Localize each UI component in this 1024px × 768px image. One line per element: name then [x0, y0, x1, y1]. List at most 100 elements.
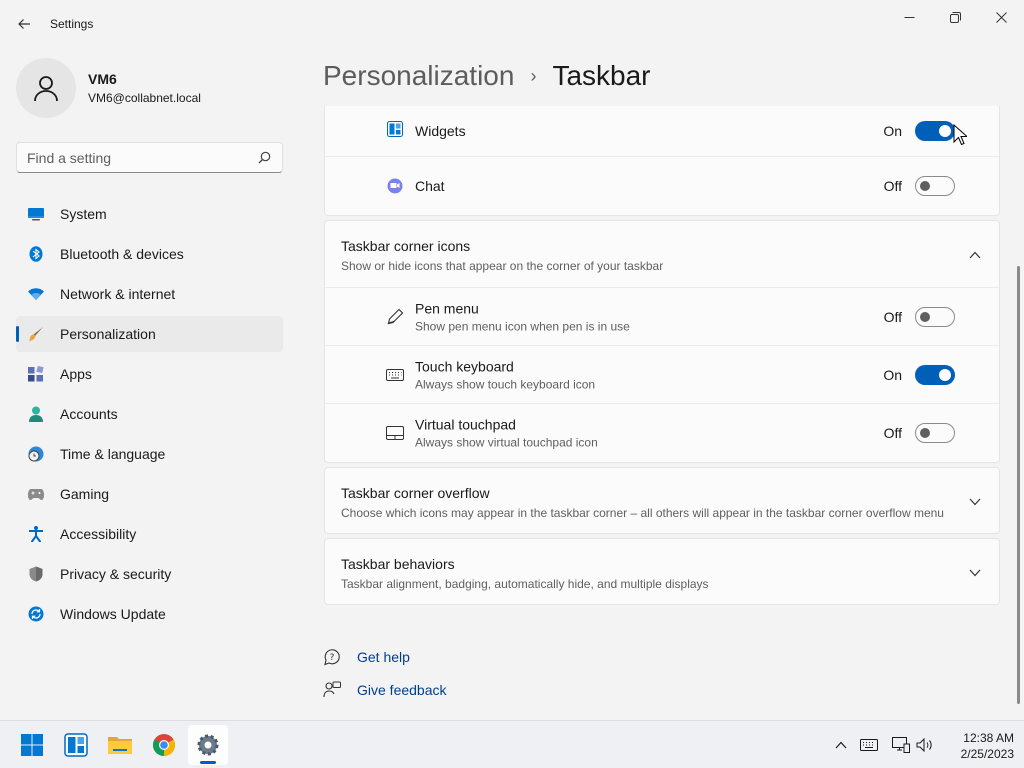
- sidebar-item-label: Gaming: [60, 486, 110, 502]
- give-feedback-label[interactable]: Give feedback: [357, 682, 447, 698]
- sidebar-item-label: Personalization: [60, 326, 156, 342]
- sidebar-item-label: Network & internet: [60, 286, 176, 302]
- sidebar-item-system[interactable]: System: [16, 196, 283, 232]
- page-title: Taskbar: [552, 60, 651, 91]
- sidebar-item-apps[interactable]: Apps: [16, 356, 283, 392]
- get-help-label[interactable]: Get help: [357, 649, 410, 665]
- restore-icon: [949, 11, 961, 23]
- file-explorer-icon: [108, 737, 132, 754]
- corner-icons-header[interactable]: Taskbar corner icons Show or hide icons …: [325, 221, 999, 288]
- touch-keyboard-description: Always show touch keyboard icon: [415, 377, 596, 391]
- sidebar-item-label: Windows Update: [60, 606, 166, 622]
- pen-menu-description: Show pen menu icon when pen is in use: [415, 319, 630, 333]
- sidebar-item-windows-update[interactable]: Windows Update: [16, 596, 283, 632]
- corner-icons-description: Show or hide icons that appear on the co…: [341, 259, 664, 273]
- close-button[interactable]: [978, 2, 1024, 32]
- pen-menu-toggle[interactable]: [915, 306, 955, 327]
- volume-tray-button[interactable]: [914, 733, 936, 757]
- close-icon: [995, 11, 1007, 23]
- sidebar-item-personalization[interactable]: Personalization: [16, 316, 283, 352]
- taskbar-items-card: Widgets On Chat Off: [324, 106, 1000, 216]
- search-icon[interactable]: [256, 150, 272, 166]
- sidebar-item-label: System: [60, 206, 107, 222]
- sidebar-item-bluetooth[interactable]: Bluetooth & devices: [16, 236, 283, 272]
- file-explorer-button[interactable]: [100, 725, 140, 765]
- chevron-down-icon[interactable]: [967, 565, 983, 581]
- network-tray-button[interactable]: [890, 733, 912, 757]
- widgets-row: Widgets On: [325, 106, 999, 157]
- pen-menu-state: Off: [883, 308, 902, 325]
- widgets-toggle[interactable]: [915, 121, 955, 141]
- profile-email: VM6@collabnet.local: [88, 91, 201, 105]
- sidebar-item-label: Privacy & security: [60, 566, 172, 582]
- chat-toggle[interactable]: [915, 176, 955, 196]
- widgets-title: Widgets: [415, 123, 466, 139]
- apps-icon: [28, 366, 44, 382]
- sidebar-item-accounts[interactable]: Accounts: [16, 396, 283, 432]
- corner-icons-card: Taskbar corner icons Show or hide icons …: [324, 220, 1000, 463]
- settings-icon: [197, 734, 219, 756]
- chrome-button[interactable]: [144, 725, 184, 765]
- sidebar-item-label: Bluetooth & devices: [60, 246, 184, 262]
- profile-name: VM6: [88, 71, 117, 87]
- chrome-icon: [153, 734, 175, 756]
- touch-keyboard-tray-button[interactable]: [858, 733, 880, 757]
- person-icon: [34, 76, 58, 102]
- restore-button[interactable]: [932, 2, 978, 32]
- show-hidden-icons-button[interactable]: [830, 733, 852, 757]
- sidebar-item-label: Accounts: [60, 406, 118, 422]
- user-profile[interactable]: VM6 VM6@collabnet.local: [16, 58, 201, 118]
- sidebar-item-gaming[interactable]: Gaming: [16, 476, 283, 512]
- chat-icon: [386, 177, 404, 195]
- sidebar-item-accessibility[interactable]: Accessibility: [16, 516, 283, 552]
- widgets-taskbar-button[interactable]: [56, 725, 96, 765]
- brush-icon: [28, 326, 44, 342]
- widgets-icon: [386, 120, 404, 138]
- pen-menu-row: Pen menu Show pen menu icon when pen is …: [325, 288, 999, 346]
- settings-taskbar-button[interactable]: [188, 725, 228, 765]
- back-button[interactable]: [12, 10, 36, 38]
- gamepad-icon: [28, 486, 44, 502]
- sidebar-item-time-language[interactable]: Time & language: [16, 436, 283, 472]
- accounts-icon: [28, 406, 44, 422]
- volume-icon: [916, 738, 932, 752]
- behaviors-card[interactable]: Taskbar behaviors Taskbar alignment, bad…: [324, 538, 1000, 605]
- scrollbar[interactable]: [1017, 266, 1020, 704]
- chat-row: Chat Off: [325, 157, 999, 215]
- chevron-up-icon: [835, 741, 847, 749]
- corner-overflow-card[interactable]: Taskbar corner overflow Choose which ico…: [324, 467, 1000, 534]
- back-arrow-icon: [18, 19, 30, 29]
- chat-title: Chat: [415, 178, 445, 194]
- sidebar-item-network[interactable]: Network & internet: [16, 276, 283, 312]
- chevron-down-icon[interactable]: [967, 494, 983, 510]
- minimize-button[interactable]: [886, 2, 932, 32]
- sidebar-item-label: Time & language: [60, 446, 166, 462]
- search-box[interactable]: Find a setting: [16, 142, 283, 173]
- keyboard-icon: [860, 739, 878, 751]
- system-taskbar: 12:38 AM 2/25/2023: [0, 720, 1024, 768]
- give-feedback-link[interactable]: Give feedback: [323, 673, 447, 706]
- behaviors-description: Taskbar alignment, badging, automaticall…: [341, 577, 709, 591]
- breadcrumb-parent[interactable]: Personalization: [323, 60, 514, 92]
- virtual-touchpad-title: Virtual touchpad: [415, 416, 516, 433]
- start-button[interactable]: [12, 725, 52, 765]
- feedback-icon: [323, 681, 341, 699]
- chevron-up-icon[interactable]: [967, 247, 983, 263]
- widgets-icon: [64, 733, 88, 757]
- globe-clock-icon: [28, 446, 44, 462]
- sidebar-item-privacy[interactable]: Privacy & security: [16, 556, 283, 592]
- help-icon: ?: [323, 648, 341, 666]
- touch-keyboard-row: Touch keyboard Always show touch keyboar…: [325, 346, 999, 404]
- get-help-link[interactable]: ? Get help: [323, 640, 447, 673]
- clock[interactable]: 12:38 AM 2/25/2023: [944, 730, 1014, 762]
- wifi-icon: [28, 286, 44, 302]
- search-input[interactable]: Find a setting: [27, 150, 256, 166]
- pen-icon: [386, 308, 404, 326]
- update-icon: [28, 606, 44, 622]
- touch-keyboard-toggle[interactable]: [915, 364, 955, 385]
- clock-time: 12:38 AM: [963, 731, 1014, 745]
- app-title: Settings: [50, 17, 94, 31]
- virtual-touchpad-toggle[interactable]: [915, 423, 955, 443]
- sidebar-nav: System Bluetooth & devices Network & int…: [16, 196, 283, 636]
- breadcrumb-separator: ›: [530, 65, 537, 86]
